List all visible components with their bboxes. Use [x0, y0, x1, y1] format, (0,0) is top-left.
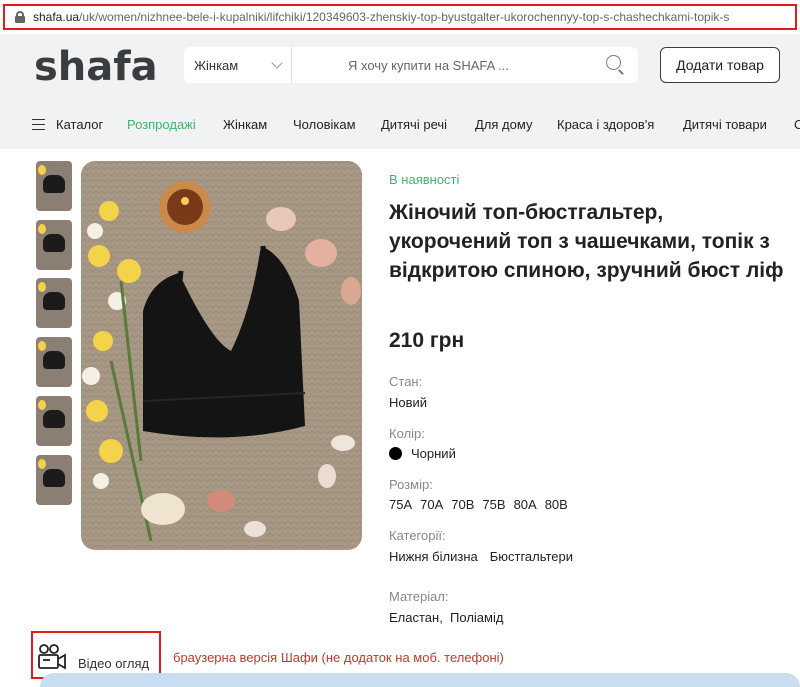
search-category-select[interactable]: Жінкам [184, 47, 292, 83]
nav-item-kids-goods[interactable]: Дитячі товари [683, 117, 767, 132]
material-label: Матеріал: [389, 589, 449, 604]
category-link[interactable]: Бюстгальтери [490, 549, 573, 564]
product-title: Жіночий топ-бюстгальтер, укорочений топ … [389, 201, 784, 282]
size-option[interactable]: 75B [482, 497, 505, 512]
category-list: Нижня білизна Бюстгальтери [389, 549, 585, 564]
annotation-note: браузерна версія Шафи (не додаток на моб… [173, 650, 504, 665]
size-option[interactable]: 70A [420, 497, 443, 512]
site-logo[interactable]: shafa [34, 44, 158, 90]
category-label: Категорії: [389, 528, 446, 543]
condition-value: Новий [389, 395, 428, 410]
category-nav: Каталог Розпродажі Жінкам Чоловікам Дитя… [0, 114, 800, 138]
chevron-down-icon [271, 57, 283, 69]
nav-catalog[interactable]: Каталог [56, 117, 103, 132]
search-category-label: Жінкам [194, 57, 239, 73]
size-option[interactable]: 75A [389, 497, 412, 512]
bottom-banner [40, 673, 800, 687]
site-header: shafa Жінкам Додати товар Каталог Розпро… [0, 34, 800, 149]
nav-item-men[interactable]: Чоловікам [293, 117, 356, 132]
nav-item-more[interactable]: С [794, 117, 800, 132]
url-path: /uk/women/nizhnee-bele-i-kupalniki/lifch… [79, 10, 730, 24]
color-label: Колір: [389, 426, 425, 441]
size-option[interactable]: 70B [451, 497, 474, 512]
product-thumbnail[interactable] [36, 455, 72, 505]
product-thumbnail[interactable] [36, 396, 72, 446]
url-highlight-box[interactable]: shafa.ua/uk/women/nizhnee-bele-i-kupalni… [3, 4, 797, 30]
product-thumbnail[interactable] [36, 161, 72, 211]
url-text[interactable]: shafa.ua/uk/women/nizhnee-bele-i-kupalni… [33, 10, 729, 24]
condition-label: Стан: [389, 374, 423, 389]
color-value: Чорний [389, 446, 456, 461]
size-option[interactable]: 80B [545, 497, 568, 512]
lock-icon [15, 11, 25, 23]
search-input[interactable] [292, 57, 600, 73]
material-value: Еластан, Поліамід [389, 610, 504, 625]
product-thumbnail[interactable] [36, 337, 72, 387]
nav-item-women[interactable]: Жінкам [223, 117, 267, 132]
nav-item-kids-clothes[interactable]: Дитячі речі [381, 117, 447, 132]
video-camera-icon [38, 644, 66, 670]
product-thumbnail[interactable] [36, 278, 72, 328]
url-host: shafa.ua [33, 10, 80, 24]
color-swatch [389, 447, 402, 460]
size-list: 75A 70A 70B 75B 80A 80B [389, 497, 576, 512]
video-review-button[interactable]: Відео огляд [31, 631, 161, 679]
browser-address-bar: shafa.ua/uk/women/nizhnee-bele-i-kupalni… [0, 0, 800, 34]
product-main-image[interactable] [81, 161, 362, 550]
search-icon[interactable] [600, 50, 630, 80]
search-bar: Жінкам [184, 47, 638, 83]
size-label: Розмір: [389, 477, 433, 492]
availability-status: В наявності [389, 172, 460, 187]
nav-item-sales[interactable]: Розпродажі [127, 117, 196, 132]
nav-item-home[interactable]: Для дому [475, 117, 532, 132]
size-option[interactable]: 80A [514, 497, 537, 512]
video-review-label: Відео огляд [78, 656, 150, 671]
add-item-button[interactable]: Додати товар [660, 47, 780, 83]
nav-item-beauty[interactable]: Краса і здоров'я [557, 117, 654, 132]
color-name: Чорний [411, 446, 456, 461]
product-price: 210 грн [389, 329, 465, 352]
category-link[interactable]: Нижня білизна [389, 549, 478, 564]
product-thumbnail[interactable] [36, 220, 72, 270]
menu-icon[interactable] [32, 119, 45, 130]
